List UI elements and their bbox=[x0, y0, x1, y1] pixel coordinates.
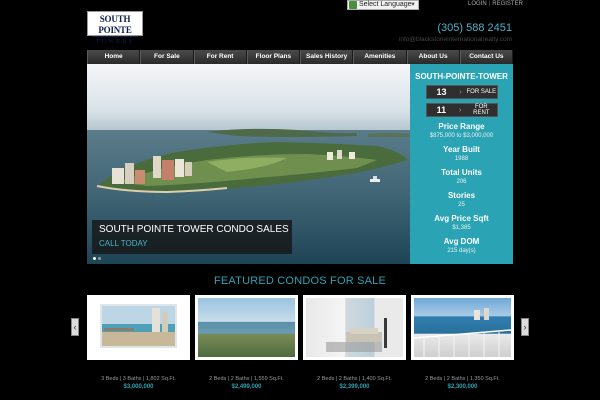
stat-label: Avg DOM bbox=[443, 237, 480, 246]
listing-card[interactable]: 2 Beds | 2 Baths | 1,350 Sq.Ft. $2,300,0… bbox=[411, 295, 514, 391]
account-links: LOGIN | REGISTER bbox=[468, 1, 523, 7]
listing-specs: 2 Beds | 2 Baths | 1,559 Sq.Ft. bbox=[209, 376, 284, 382]
main-nav: Home For Sale For Rent Floor Plans Sales… bbox=[87, 50, 513, 64]
listing-price[interactable]: $2,300,000 bbox=[411, 383, 514, 391]
stat-label: Price Range bbox=[438, 122, 485, 131]
chevron-left-icon: ‹ bbox=[73, 322, 77, 332]
listing-specs: 2 Beds | 2 Baths | 1,400 Sq.Ft. bbox=[317, 376, 392, 382]
listing-card[interactable]: 3 Beds | 3 Baths | 1,802 Sq.Ft. $3,000,0… bbox=[87, 295, 190, 391]
stat-stories: Stories 25 bbox=[410, 191, 513, 209]
chevron-down-icon: ▼ bbox=[410, 2, 416, 8]
listing-photo-balcony bbox=[100, 304, 177, 348]
divider: | bbox=[488, 1, 491, 7]
listing-info: 2 Beds | 2 Baths | 1,350 Sq.Ft. $2,300,0… bbox=[411, 376, 514, 391]
panel-title: SOUTH-POINTE-TOWER bbox=[415, 72, 508, 81]
nav-item-amenities[interactable]: Amenities bbox=[353, 50, 407, 64]
for-sale-button[interactable]: 13 › FOR SALE bbox=[425, 85, 498, 99]
stat-label: Stories bbox=[447, 191, 476, 200]
nav-item-about-us[interactable]: About Us bbox=[406, 50, 460, 64]
nav-item-for-rent[interactable]: For Rent bbox=[193, 50, 247, 64]
listing-price[interactable]: $2,499,000 bbox=[195, 383, 298, 391]
nav-item-floor-plans[interactable]: Floor Plans bbox=[246, 50, 300, 64]
logo-line-2: TOWERS bbox=[92, 36, 138, 46]
nav-item-for-sale[interactable]: For Sale bbox=[140, 50, 194, 64]
featured-section-title: FEATURED CONDOS FOR SALE bbox=[213, 275, 387, 287]
nav-item-contact-us[interactable]: Contact Us bbox=[459, 50, 513, 64]
stat-value: $875,000 to $3,000,000 bbox=[429, 133, 494, 139]
stat-value: 25 bbox=[458, 202, 465, 208]
language-select-label: Select Language bbox=[359, 1, 412, 8]
logo-line-1: SOUTH POINTE bbox=[98, 14, 132, 35]
for-sale-count: 13 bbox=[436, 87, 447, 97]
building-stats-panel: SOUTH-POINTE-TOWER 13 › FOR SALE 11 › FO… bbox=[410, 64, 513, 264]
listing-card[interactable]: 2 Beds | 2 Baths | 1,559 Sq.Ft. $2,499,0… bbox=[195, 295, 298, 391]
listing-photo[interactable] bbox=[195, 295, 298, 360]
listing-price[interactable]: $2,399,000 bbox=[303, 383, 406, 391]
chevron-right-icon: › bbox=[523, 322, 527, 332]
stat-label: Avg Price Sqft bbox=[434, 214, 489, 223]
stat-value: 215 day(s) bbox=[447, 248, 476, 254]
google-translate-icon bbox=[349, 1, 357, 9]
listing-price[interactable]: $3,000,000 bbox=[87, 383, 190, 391]
slider-dot-2[interactable] bbox=[98, 257, 101, 260]
phone-number[interactable]: (305) 588 2451 bbox=[437, 22, 512, 34]
listing-specs: 2 Beds | 2 Baths | 1,350 Sq.Ft. bbox=[425, 376, 500, 382]
slider-pagination bbox=[93, 257, 101, 260]
listing-info: 3 Beds | 3 Baths | 1,802 Sq.Ft. $3,000,0… bbox=[87, 376, 190, 391]
register-link[interactable]: REGISTER bbox=[492, 1, 523, 7]
stat-total-units: Total Units 206 bbox=[410, 168, 513, 186]
listing-info: 2 Beds | 2 Baths | 1,400 Sq.Ft. $2,399,0… bbox=[303, 376, 406, 391]
for-sale-label: FOR SALE bbox=[466, 89, 497, 95]
listing-photo-living-room bbox=[326, 318, 387, 352]
nav-item-sales-history[interactable]: Sales History bbox=[300, 50, 354, 64]
nav-item-home[interactable]: Home bbox=[87, 50, 141, 64]
stat-year-built: Year Built 1988 bbox=[410, 145, 513, 163]
featured-listings: 3 Beds | 3 Baths | 1,802 Sq.Ft. $3,000,0… bbox=[87, 295, 514, 391]
stat-avg-dom: Avg DOM 215 day(s) bbox=[410, 237, 513, 255]
carousel-next-button[interactable]: › bbox=[521, 318, 529, 336]
stat-value: $1,385 bbox=[452, 225, 471, 231]
chevron-right-icon: › bbox=[459, 88, 462, 96]
login-link[interactable]: LOGIN bbox=[468, 1, 487, 7]
listing-photo[interactable] bbox=[87, 295, 190, 360]
stat-label: Total Units bbox=[441, 168, 482, 177]
stat-value: 1988 bbox=[454, 156, 469, 162]
listing-photo[interactable] bbox=[411, 295, 514, 360]
listing-info: 2 Beds | 2 Baths | 1,559 Sq.Ft. $2,499,0… bbox=[195, 376, 298, 391]
chevron-right-icon: › bbox=[458, 106, 462, 114]
stat-value: 206 bbox=[456, 179, 467, 185]
for-rent-button[interactable]: 11 › FOR RENT bbox=[425, 103, 498, 117]
listing-card[interactable]: 2 Beds | 2 Baths | 1,400 Sq.Ft. $2,399,0… bbox=[303, 295, 406, 391]
stat-label: Year Built bbox=[443, 145, 480, 154]
for-rent-count: 11 bbox=[436, 105, 447, 115]
stat-avg-price-sqft: Avg Price Sqft $1,385 bbox=[410, 214, 513, 232]
language-select[interactable]: Select Language ▼ bbox=[347, 0, 419, 10]
listing-photo-terrace bbox=[414, 308, 511, 357]
site-logo[interactable]: SOUTH POINTE TOWERS bbox=[87, 11, 143, 45]
email-address[interactable]: info@blackstoneinternationalrealty.com bbox=[399, 36, 512, 43]
listing-photo[interactable] bbox=[303, 295, 406, 360]
listing-specs: 3 Beds | 3 Baths | 1,802 Sq.Ft. bbox=[101, 376, 176, 382]
stat-price-range: Price Range $875,000 to $3,000,000 bbox=[410, 122, 513, 140]
for-rent-label: FOR RENT bbox=[473, 104, 490, 116]
slider-dot-1[interactable] bbox=[93, 257, 96, 260]
hero-caption: SOUTH POINTE TOWER CONDO SALES CALL TODA… bbox=[92, 220, 292, 254]
hero-call-to-action[interactable]: CALL TODAY bbox=[99, 238, 285, 250]
carousel-prev-button[interactable]: ‹ bbox=[71, 318, 79, 336]
hero-title: SOUTH POINTE TOWER CONDO SALES bbox=[99, 224, 289, 235]
